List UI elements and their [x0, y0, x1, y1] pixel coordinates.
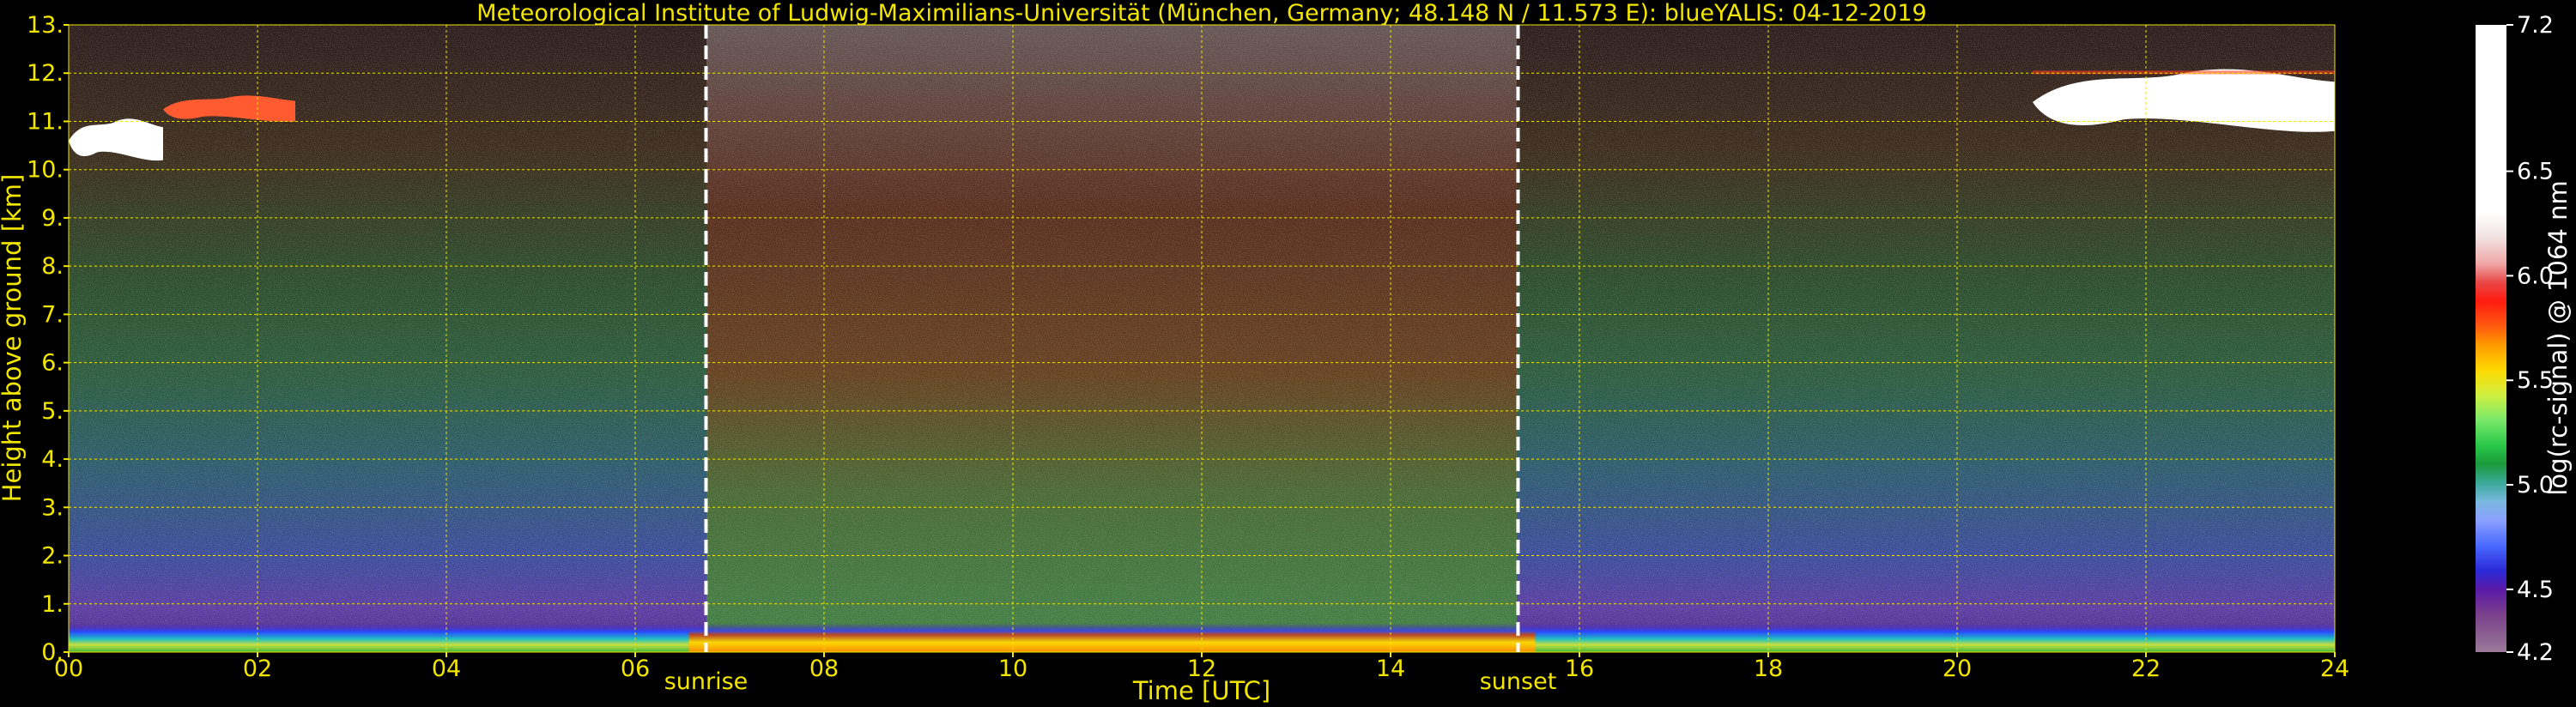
x-axis-label: Time [UTC]	[1132, 676, 1270, 705]
y-tick-label: 4.	[41, 446, 64, 473]
y-tick-label: 12.	[27, 60, 64, 87]
colorbar-label: log(rc-signal) @ 1064 nm	[2543, 180, 2573, 495]
y-tick-label: 10.	[27, 157, 64, 184]
y-tick-label: 1.	[41, 591, 64, 618]
plot-area	[68, 24, 2336, 653]
y-tick-label: 3.	[41, 494, 64, 521]
x-tick-label: 08	[809, 656, 839, 682]
sun-marker-label: sunrise	[664, 668, 749, 695]
y-axis-ticks: 0. 1. 2. 3. 4. 5. 6. 7. 8. 9. 10. 11. 12. 13.	[27, 12, 69, 666]
x-tick-label: 24	[2320, 656, 2349, 682]
x-tick-label: 10	[998, 656, 1027, 682]
y-axis-label: Height above ground [km]	[0, 174, 27, 503]
sun-marker-label: sunset	[1480, 668, 1557, 695]
y-tick-label: 8.	[41, 253, 64, 280]
x-tick-label: 18	[1754, 656, 1783, 682]
y-tick-label: 5.	[41, 398, 64, 425]
x-tick-label: 22	[2131, 656, 2161, 682]
x-tick-label: 04	[432, 656, 461, 682]
colorbar-tick-label: 7.2	[2517, 12, 2554, 39]
y-tick-label: 11.	[27, 108, 64, 135]
x-tick-label: 14	[1376, 656, 1405, 682]
x-tick-label: 02	[243, 656, 272, 682]
lidar-figure: Meteorological Institute of Ludwig-Maxim…	[0, 0, 2573, 705]
y-tick-label: 13.	[27, 12, 64, 39]
chart-title: Meteorological Institute of Ludwig-Maxim…	[476, 0, 1926, 27]
y-tick-label: 7.	[41, 301, 64, 328]
y-tick-label: 2.	[41, 543, 64, 570]
colorbar-tick-label: 4.2	[2517, 639, 2554, 666]
daytime-boundary-layer	[688, 630, 1536, 652]
x-tick-label: 06	[621, 656, 650, 682]
colorbar-tick-label: 4.5	[2517, 577, 2554, 603]
y-tick-label: 0.	[41, 639, 64, 666]
colorbar-bar	[2476, 25, 2506, 652]
cirrus-cloud-right-edge	[2033, 70, 2335, 75]
y-tick-label: 6.	[41, 350, 64, 377]
y-tick-label: 9.	[41, 205, 64, 232]
colorbar: 4.24.55.05.56.06.57.2 log(rc-signal) @ 1…	[2476, 12, 2573, 666]
x-tick-label: 16	[1565, 656, 1594, 682]
x-tick-label: 20	[1943, 656, 1972, 682]
